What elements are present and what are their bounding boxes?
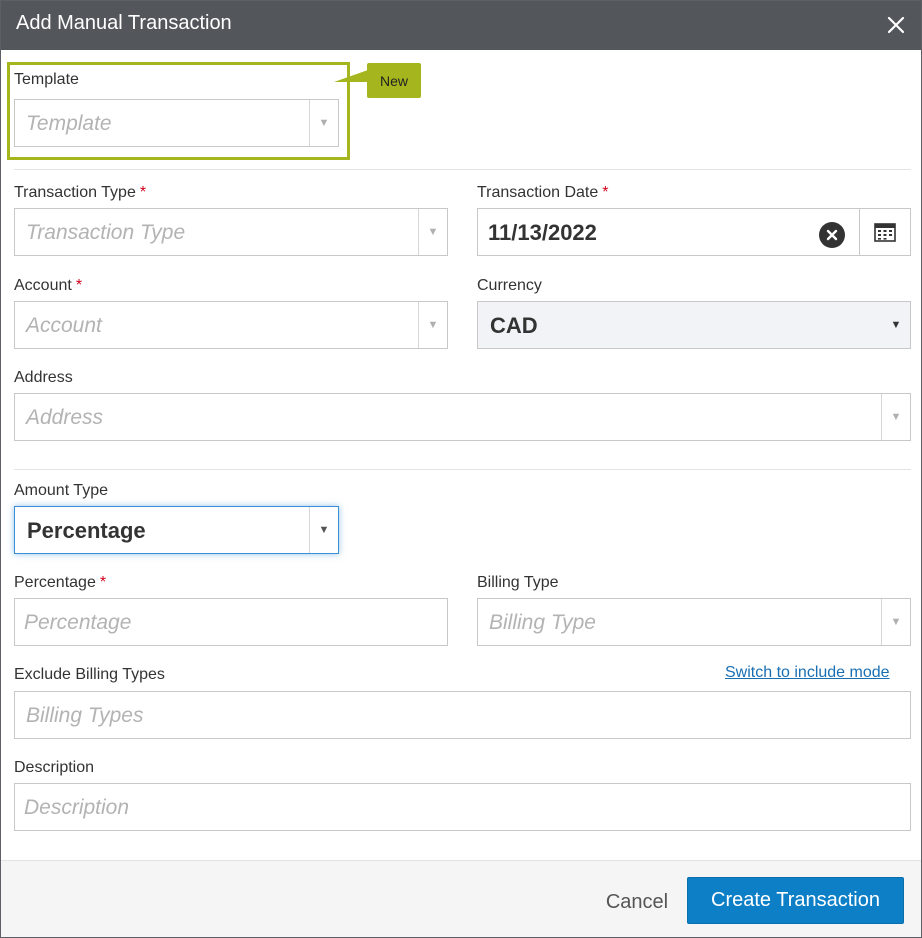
transaction-type-placeholder: Transaction Type: [26, 221, 186, 244]
percentage-label: Percentage *: [14, 574, 107, 591]
billing-types-placeholder: Billing Types: [26, 704, 144, 727]
percentage-input[interactable]: Percentage: [14, 598, 448, 646]
section-divider: [14, 469, 911, 470]
transaction-date-label: Transaction Date *: [477, 184, 609, 201]
currency-value: CAD: [490, 313, 538, 338]
billing-type-select[interactable]: Billing Type ▼: [477, 598, 911, 646]
template-label: Template: [14, 71, 79, 88]
switch-to-include-mode-link[interactable]: Switch to include mode: [725, 664, 890, 682]
amount-type-value: Percentage: [27, 518, 146, 543]
required-marker: *: [602, 184, 609, 201]
calendar-icon[interactable]: [859, 209, 910, 255]
template-select[interactable]: Template ▼: [14, 99, 339, 147]
required-marker: *: [139, 184, 147, 201]
address-label: Address: [14, 369, 73, 386]
chevron-down-icon[interactable]: ▼: [882, 302, 910, 348]
clear-circle-icon[interactable]: [819, 222, 845, 248]
dialog-titlebar: Add Manual Transaction: [1, 1, 921, 50]
create-transaction-button[interactable]: Create Transaction: [687, 877, 904, 924]
chevron-down-icon[interactable]: ▼: [882, 599, 910, 645]
currency-label: Currency: [477, 277, 542, 294]
badge-pointer: [334, 70, 368, 82]
add-manual-transaction-dialog: Add Manual Transaction New Template Temp…: [0, 0, 922, 938]
transaction-date-input[interactable]: 11/13/2022: [477, 208, 911, 256]
dialog-footer: Cancel Create Transaction: [1, 860, 921, 937]
currency-select[interactable]: CAD ▼: [477, 301, 911, 349]
transaction-type-label: Transaction Type *: [14, 184, 147, 201]
address-select[interactable]: Address ▼: [14, 393, 911, 441]
description-placeholder: Description: [24, 796, 130, 819]
account-select[interactable]: Account ▼: [14, 301, 448, 349]
chevron-down-icon[interactable]: ▼: [419, 302, 447, 348]
required-marker: *: [99, 574, 107, 591]
description-input[interactable]: Description: [14, 783, 911, 831]
template-placeholder: Template: [26, 112, 112, 135]
section-divider: [14, 169, 911, 170]
chevron-down-icon[interactable]: ▼: [310, 507, 338, 553]
dialog-title: Add Manual Transaction: [16, 12, 232, 34]
transaction-date-value: 11/13/2022: [488, 220, 597, 245]
address-placeholder: Address: [26, 406, 104, 429]
required-marker: *: [75, 277, 83, 294]
chevron-down-icon[interactable]: ▼: [419, 209, 447, 255]
description-label: Description: [14, 759, 95, 776]
exclude-billing-types-input[interactable]: Billing Types: [14, 691, 911, 739]
exclude-billing-types-label: Exclude Billing Types: [14, 666, 165, 683]
cancel-button[interactable]: Cancel: [591, 887, 683, 917]
close-icon[interactable]: [881, 10, 911, 40]
transaction-type-select[interactable]: Transaction Type ▼: [14, 208, 448, 256]
chevron-down-icon[interactable]: ▼: [310, 100, 338, 146]
chevron-down-icon[interactable]: ▼: [882, 394, 910, 440]
billing-type-placeholder: Billing Type: [489, 611, 596, 634]
new-badge: New: [367, 63, 421, 98]
percentage-placeholder: Percentage: [24, 611, 132, 634]
amount-type-select[interactable]: Percentage ▼: [14, 506, 339, 554]
account-placeholder: Account: [26, 314, 102, 337]
billing-type-label: Billing Type: [477, 574, 559, 591]
amount-type-label: Amount Type: [14, 482, 108, 499]
account-label: Account *: [14, 277, 83, 294]
